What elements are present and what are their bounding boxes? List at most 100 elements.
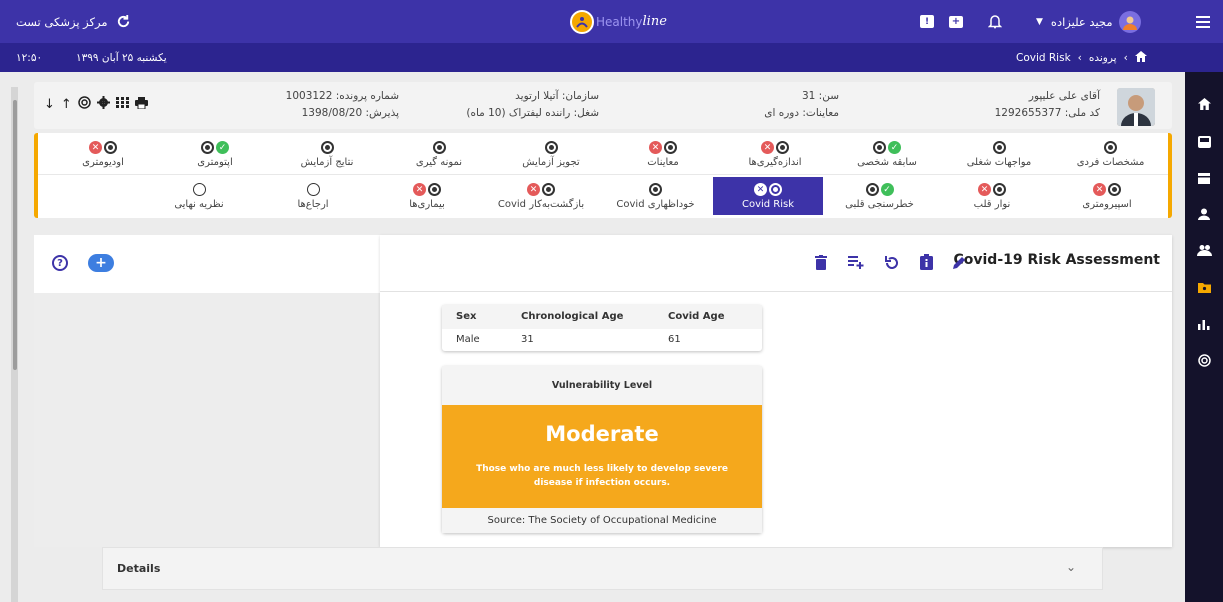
tab-referrals[interactable]: ارجاع‌ها [256,177,370,215]
calendar-icon[interactable] [1196,170,1212,186]
chevron-down-icon: ▼ [1036,16,1043,27]
current-time: ۱۲:۵۰ [16,51,43,64]
edit-icon[interactable] [948,251,970,273]
tab-label: نمونه گیری [415,156,463,168]
logo-icon [570,9,594,34]
patient-file-info: شماره پرونده: 1003122 پذیرش: 1398/08/20 [286,88,399,122]
tab-test-order[interactable]: تجویز آزمایش [495,135,607,173]
status-error-icon: ✕ [754,183,767,196]
breadcrumb-current[interactable]: Covid Risk [1016,52,1071,64]
tab-label: اسپیرومتری [1082,198,1132,210]
section-tabs: مشخصات فردی مواجهات شغلی ✓ سابقه شخصی ✕ … [34,133,1172,218]
status-pending-icon [542,183,555,196]
vulnerability-card: Vulnerability Level Moderate Those who a… [442,366,762,533]
tab-personal-history[interactable]: ✓ سابقه شخصی [831,135,943,173]
barcode-icon[interactable] [115,97,129,112]
status-pending-icon [873,141,886,154]
new-window-icon[interactable]: + [949,0,963,43]
covid-risk-dialog: Covid-19 Risk Assessment Sex Chronologic… [380,235,1172,547]
tab-sampling[interactable]: نمونه گیری [383,135,495,173]
tab-occupational-exposures[interactable]: مواجهات شغلی [943,135,1055,173]
refresh-icon[interactable] [116,14,132,30]
tab-label: خوداظهاری Covid [616,198,695,210]
home-icon[interactable] [1134,50,1147,65]
table-header: Sex Chronological Age Covid Age [442,305,762,329]
tab-label: بازگشت‌به‌کار Covid [497,198,585,210]
help-icon[interactable]: ? [52,255,68,271]
tab-covid-return-to-work[interactable]: ✕ بازگشت‌به‌کار Covid [484,177,598,215]
chevron-left-icon: ‹ [1077,51,1082,64]
arrow-up-icon[interactable]: ↑ [61,97,72,112]
status-pending-icon [201,141,214,154]
right-sidebar [1185,72,1223,602]
dialog-header: Covid-19 Risk Assessment [380,235,1172,292]
breadcrumb-file[interactable]: پرونده [1089,52,1117,64]
message-icon[interactable]: ! [920,0,934,43]
delete-icon[interactable] [810,251,832,273]
tab-final-opinion[interactable]: نظریه نهایی [142,177,256,215]
dialog-title: Covid-19 Risk Assessment [953,252,1160,268]
vulnerability-level: Moderate [545,422,659,446]
patient-job-info: سازمان: آتیلا ارتوید شغل: راننده لیفتراک… [466,88,599,122]
patient-job: شغل: راننده لیفتراک (10 ماه) [466,107,599,119]
group-icon[interactable] [1196,242,1212,258]
home-icon[interactable] [1196,96,1212,112]
status-pending-icon [649,183,662,196]
tab-optometry[interactable]: ✓ اپتومتری [159,135,271,173]
chevron-left-icon: ‹ [1123,51,1128,64]
current-date: یکشنبه ۲۵ آبان ۱۳۹۹ [76,51,167,64]
tab-covid-risk[interactable]: ✕ Covid Risk [713,177,823,215]
tab-label: بیماری‌ها [409,198,445,210]
center-selector[interactable]: مرکز پزشکی تست [16,0,132,43]
playlist-add-icon[interactable] [845,251,867,273]
tab-spirometry[interactable]: ✕ اسپیرومتری [1048,177,1166,215]
tab-personal-info[interactable]: مشخصات فردی [1055,135,1166,173]
status-pending-icon [428,183,441,196]
info-clipboard-icon[interactable] [915,251,937,273]
tab-measurements[interactable]: ✕ اندازه‌گیری‌ها [719,135,831,173]
add-button[interactable]: + [88,254,114,272]
patient-org: سازمان: آتیلا ارتوید [515,90,599,102]
undo-icon[interactable] [880,251,902,273]
tab-label: مواجهات شغلی [966,156,1032,168]
radar-icon[interactable] [78,96,91,113]
tab-label: اودیومتری [82,156,124,168]
table-cell: 31 [521,334,534,345]
status-pending-icon [993,183,1006,196]
tab-examinations[interactable]: ✕ معاینات [607,135,719,173]
top-bar: مرکز پزشکی تست Healthy line ! + ▼ مجید ع… [0,0,1223,43]
tab-covid-self-report[interactable]: خوداظهاری Covid [598,177,713,215]
bell-icon[interactable] [988,0,1002,43]
inbox-icon[interactable] [1196,134,1212,150]
date-display: یکشنبه ۲۵ آبان ۱۳۹۹ [76,43,167,72]
arrow-down-icon[interactable]: ↓ [44,97,55,112]
status-pending-icon [769,183,782,196]
status-error-icon: ✕ [649,141,662,154]
tab-label: Covid Risk [741,198,795,210]
tab-ecg[interactable]: ✕ نوار قلب [936,177,1048,215]
center-name: مرکز پزشکی تست [16,14,108,29]
tab-test-results[interactable]: نتایج آزمایش [271,135,383,173]
tab-label: نتایج آزمایش [300,156,354,168]
tab-diseases[interactable]: ✕ بیماری‌ها [370,177,484,215]
details-accordion[interactable]: Details ⌄ [102,547,1103,590]
print-icon[interactable] [134,96,148,113]
user-name: مجید علیزاده [1050,14,1113,29]
tab-audiometry[interactable]: ✕ اودیومتری [47,135,159,173]
admission-date: پذیرش: 1398/08/20 [301,107,399,119]
settings-icon[interactable] [96,96,110,113]
tab-cardiac-risk[interactable]: ✓ خطرسنجی قلبی [823,177,936,215]
folder-icon[interactable] [1196,279,1212,295]
tab-label: نظریه نهایی [174,198,224,210]
radar-icon[interactable] [1196,352,1212,368]
tabs-divider [38,174,1168,175]
scrollbar-thumb[interactable] [13,100,17,370]
person-icon[interactable] [1196,206,1212,222]
hamburger-menu-icon[interactable] [1196,0,1210,43]
patient-name: آقای علی علیپور [1028,90,1100,102]
user-menu[interactable]: ▼ مجید علیزاده [1036,0,1141,43]
tab-label: تجویز آزمایش [522,156,580,168]
chart-icon[interactable] [1196,316,1212,332]
vulnerability-level-panel: Moderate Those who are much less likely … [442,405,762,508]
chevron-down-icon[interactable]: ⌄ [1066,560,1076,574]
